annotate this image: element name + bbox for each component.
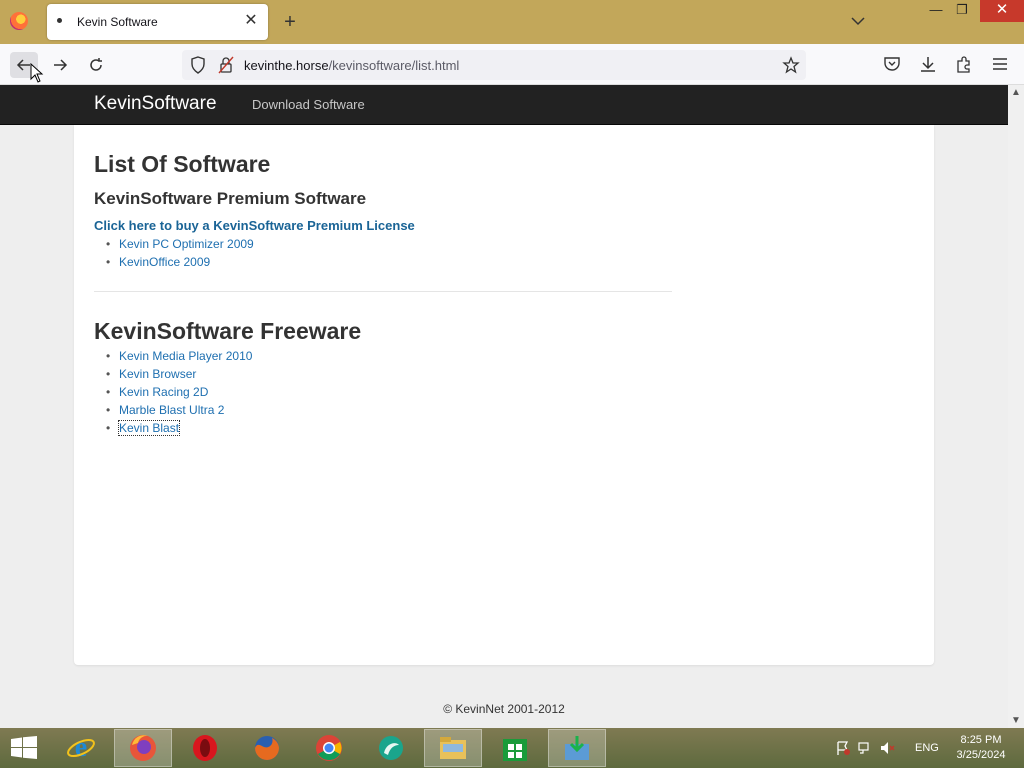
page-viewport: KevinSoftware Download Software List Of … bbox=[0, 85, 1008, 728]
new-tab-button[interactable]: + bbox=[280, 12, 300, 32]
firefox-logo-icon bbox=[10, 12, 28, 30]
tab-title: Kevin Software bbox=[77, 15, 158, 29]
taskbar-store[interactable] bbox=[486, 729, 544, 767]
firefox-icon bbox=[130, 735, 156, 761]
downloads-icon[interactable] bbox=[918, 54, 938, 74]
freeware-link[interactable]: Kevin Racing 2D bbox=[119, 385, 208, 399]
site-navbar: KevinSoftware Download Software bbox=[0, 85, 1008, 125]
list-item: Kevin Media Player 2010 bbox=[94, 347, 252, 365]
opera-icon bbox=[193, 735, 217, 761]
tab-kevin-software[interactable]: Kevin Software ✕ bbox=[47, 4, 268, 40]
list-item: Kevin Racing 2D bbox=[94, 383, 252, 401]
tab-strip: Kevin Software ✕ + — ❐ ✕ bbox=[0, 0, 1024, 44]
chrome-icon bbox=[316, 735, 342, 761]
download-software-link[interactable]: Download Software bbox=[252, 97, 365, 112]
windows-start-icon[interactable] bbox=[10, 736, 38, 760]
list-item: KevinOffice 2009 bbox=[94, 253, 254, 271]
mouse-cursor-icon bbox=[30, 63, 44, 83]
url-text[interactable]: kevinthe.horse/kevinsoftware/list.html bbox=[244, 58, 459, 73]
taskbar-installer[interactable] bbox=[548, 729, 606, 767]
scroll-up-arrow-icon[interactable]: ▲ bbox=[1011, 87, 1021, 98]
list-item: Kevin Browser bbox=[94, 365, 252, 383]
maxthon-icon bbox=[379, 736, 403, 760]
list-item: Kevin Blast bbox=[94, 419, 252, 437]
window-close-button[interactable]: ✕ bbox=[980, 0, 1024, 22]
list-item: Marble Blast Ultra 2 bbox=[94, 401, 252, 419]
freeware-link[interactable]: Kevin Browser bbox=[119, 367, 196, 381]
clock-time: 8:25 PM bbox=[960, 734, 1002, 746]
internet-explorer-icon: e bbox=[67, 733, 95, 763]
buy-premium-license-link[interactable]: Click here to buy a KevinSoftware Premiu… bbox=[94, 218, 415, 233]
premium-software-link[interactable]: Kevin PC Optimizer 2009 bbox=[119, 237, 254, 251]
folder-icon bbox=[440, 737, 466, 759]
clock-date: 3/25/2024 bbox=[956, 749, 1006, 761]
taskbar-firefox[interactable] bbox=[114, 729, 172, 767]
volume-muted-icon[interactable] bbox=[879, 740, 895, 756]
windows-taskbar: e ENG 8:25 PM 3/25/2024 bbox=[0, 728, 1024, 768]
firefox-legacy-icon bbox=[255, 736, 279, 760]
freeware-heading: KevinSoftware Freeware bbox=[94, 318, 362, 344]
action-center-flag-icon[interactable] bbox=[835, 740, 851, 756]
bookmark-star-icon[interactable] bbox=[782, 56, 800, 74]
vertical-scrollbar[interactable]: ▲ ▼ bbox=[1008, 85, 1024, 728]
taskbar-chrome[interactable] bbox=[300, 729, 358, 767]
tab-favicon-icon bbox=[57, 18, 62, 23]
forward-button[interactable] bbox=[46, 52, 74, 78]
freeware-link[interactable]: Kevin Media Player 2010 bbox=[119, 349, 252, 363]
url-path: /kevinsoftware/list.html bbox=[328, 58, 460, 73]
extensions-puzzle-icon[interactable] bbox=[954, 54, 974, 74]
site-brand-link[interactable]: KevinSoftware bbox=[94, 93, 217, 115]
reload-icon bbox=[90, 58, 102, 71]
page-title: List Of Software bbox=[94, 151, 271, 177]
premium-software-link[interactable]: KevinOffice 2009 bbox=[119, 255, 210, 269]
language-indicator[interactable]: ENG bbox=[915, 742, 939, 754]
installer-download-icon bbox=[565, 736, 589, 760]
taskbar-clock[interactable]: 8:25 PM 3/25/2024 bbox=[950, 733, 1012, 763]
url-bar[interactable]: kevinthe.horse/kevinsoftware/list.html bbox=[182, 50, 806, 80]
premium-software-list: Kevin PC Optimizer 2009 KevinOffice 2009 bbox=[94, 235, 254, 271]
tab-close-icon[interactable]: ✕ bbox=[242, 12, 260, 30]
url-host: kevinthe.horse bbox=[244, 58, 329, 73]
taskbar-opera[interactable] bbox=[176, 729, 234, 767]
taskbar-file-explorer[interactable] bbox=[424, 729, 482, 767]
freeware-link-focused[interactable]: Kevin Blast bbox=[117, 420, 181, 436]
tracking-protection-shield-icon[interactable] bbox=[190, 56, 206, 74]
list-all-tabs-chevron-icon[interactable] bbox=[849, 12, 867, 30]
page-footer: © KevinNet 2001-2012 bbox=[443, 702, 565, 716]
system-tray bbox=[835, 740, 895, 756]
svg-text:e: e bbox=[75, 733, 87, 763]
content-container: List Of Software KevinSoftware Premium S… bbox=[74, 125, 934, 665]
forward-arrow-icon bbox=[54, 59, 68, 71]
taskbar-maxthon[interactable] bbox=[362, 729, 420, 767]
store-bag-icon bbox=[503, 739, 527, 761]
navigation-toolbar: kevinthe.horse/kevinsoftware/list.html bbox=[0, 44, 1024, 85]
insecure-lock-icon[interactable] bbox=[218, 56, 234, 74]
list-item: Kevin PC Optimizer 2009 bbox=[94, 235, 254, 253]
hamburger-menu-icon[interactable] bbox=[990, 54, 1010, 74]
taskbar-internet-explorer[interactable]: e bbox=[52, 729, 110, 767]
premium-heading: KevinSoftware Premium Software bbox=[94, 189, 367, 208]
window-restore-button[interactable]: ❐ bbox=[946, 0, 978, 22]
pocket-icon[interactable] bbox=[882, 54, 902, 74]
freeware-link[interactable]: Marble Blast Ultra 2 bbox=[119, 403, 224, 417]
taskbar-firefox-legacy[interactable] bbox=[238, 729, 296, 767]
reload-button[interactable] bbox=[82, 52, 110, 78]
scroll-down-arrow-icon[interactable]: ▼ bbox=[1011, 715, 1021, 726]
freeware-list: Kevin Media Player 2010 Kevin Browser Ke… bbox=[94, 347, 252, 437]
network-icon[interactable] bbox=[857, 740, 873, 756]
section-divider bbox=[94, 291, 672, 292]
